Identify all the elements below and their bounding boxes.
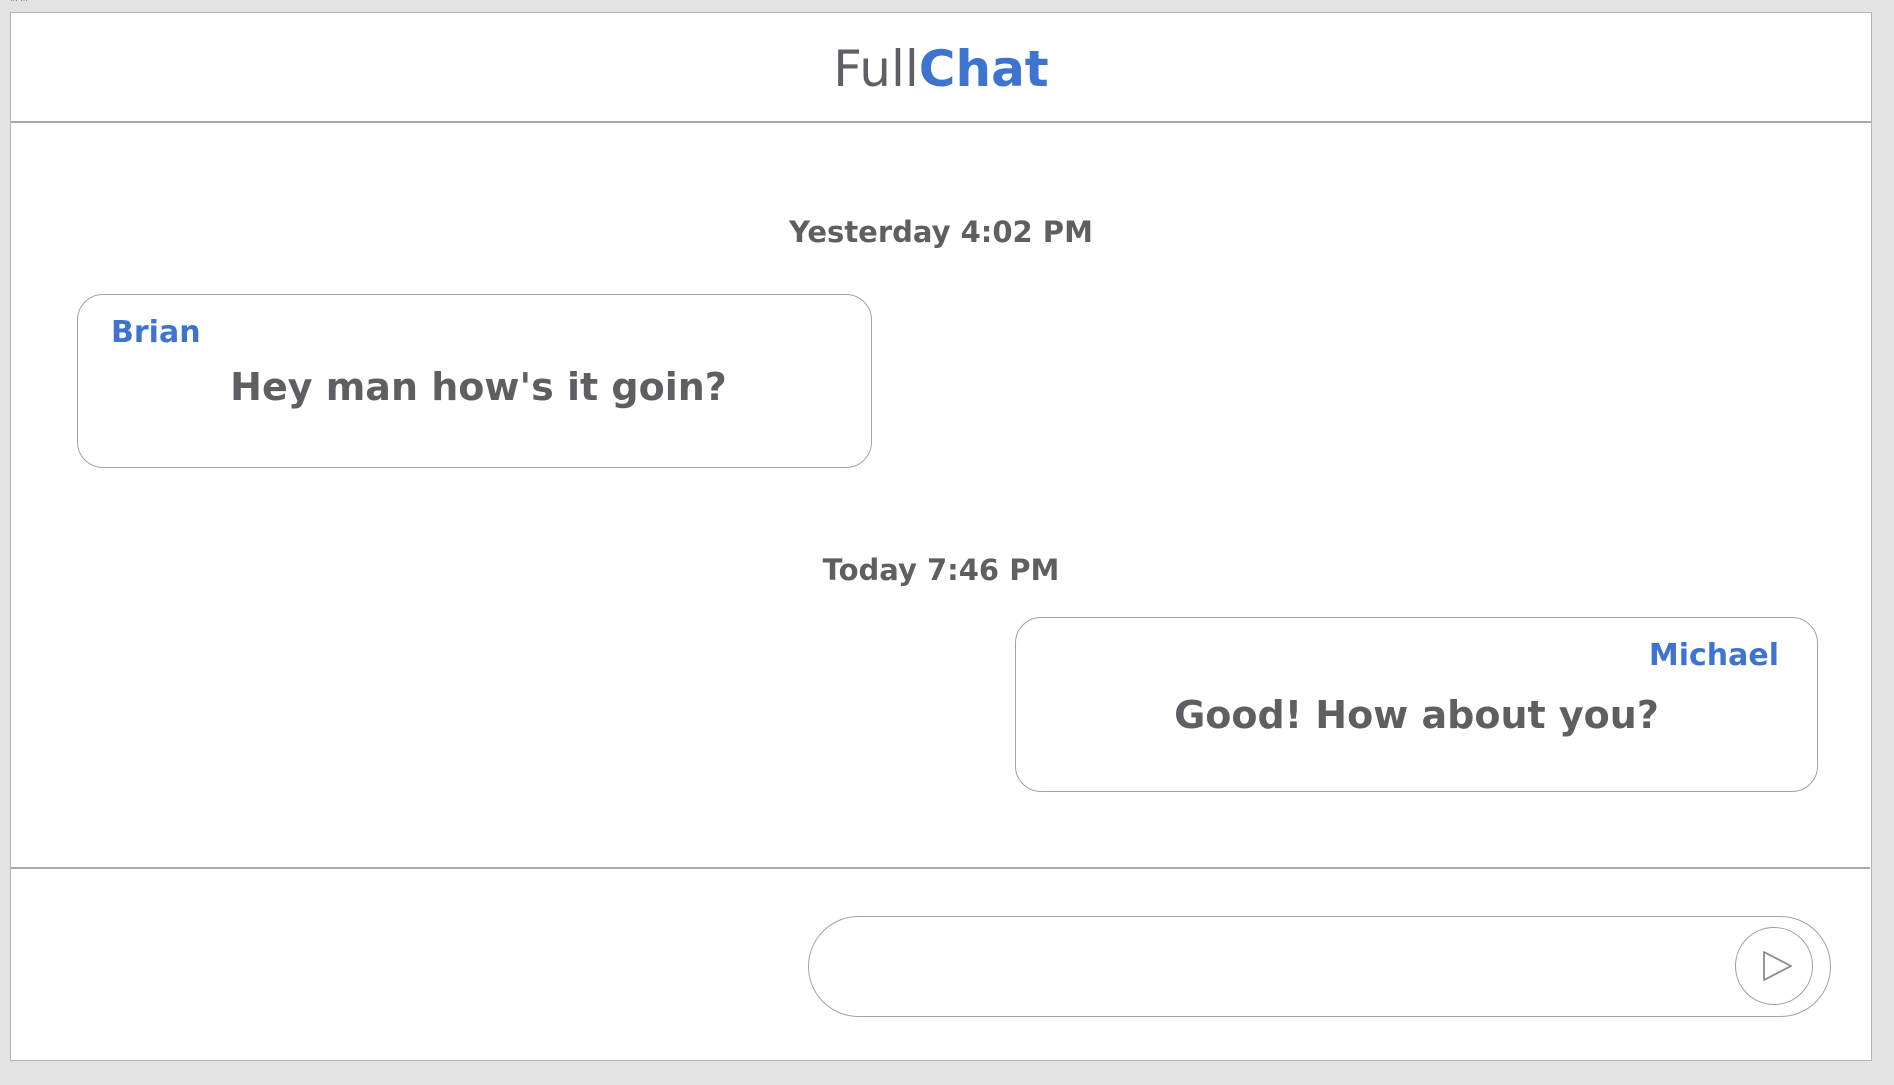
message-list[interactable]: Yesterday 4:02 PM Brian Hey man how's it… — [11, 123, 1871, 879]
timestamp-divider: Yesterday 4:02 PM — [789, 215, 1093, 249]
message-sender: Brian — [111, 315, 201, 350]
message-text: Good! How about you? — [1174, 693, 1659, 737]
message-bubble-incoming: Brian Hey man how's it goin? — [77, 294, 872, 468]
logo-text-full: Full — [833, 40, 919, 98]
timestamp-divider: Today 7:46 PM — [822, 553, 1060, 587]
message-composer — [808, 916, 1831, 1017]
app-logo: FullChat — [833, 44, 1048, 94]
app-window: FullChat Yesterday 4:02 PM Brian Hey man… — [10, 12, 1872, 1061]
window-tab-label: ... ... — [10, 0, 28, 4]
composer-divider — [11, 867, 1870, 869]
send-button[interactable] — [1735, 927, 1813, 1005]
message-text: Hey man how's it goin? — [230, 365, 727, 409]
message-input[interactable] — [845, 937, 1709, 997]
message-bubble-outgoing: Michael Good! How about you? — [1015, 617, 1818, 792]
message-sender: Michael — [1648, 638, 1779, 673]
logo-text-chat: Chat — [918, 40, 1049, 98]
send-icon — [1762, 951, 1792, 981]
app-header: FullChat — [11, 13, 1871, 123]
